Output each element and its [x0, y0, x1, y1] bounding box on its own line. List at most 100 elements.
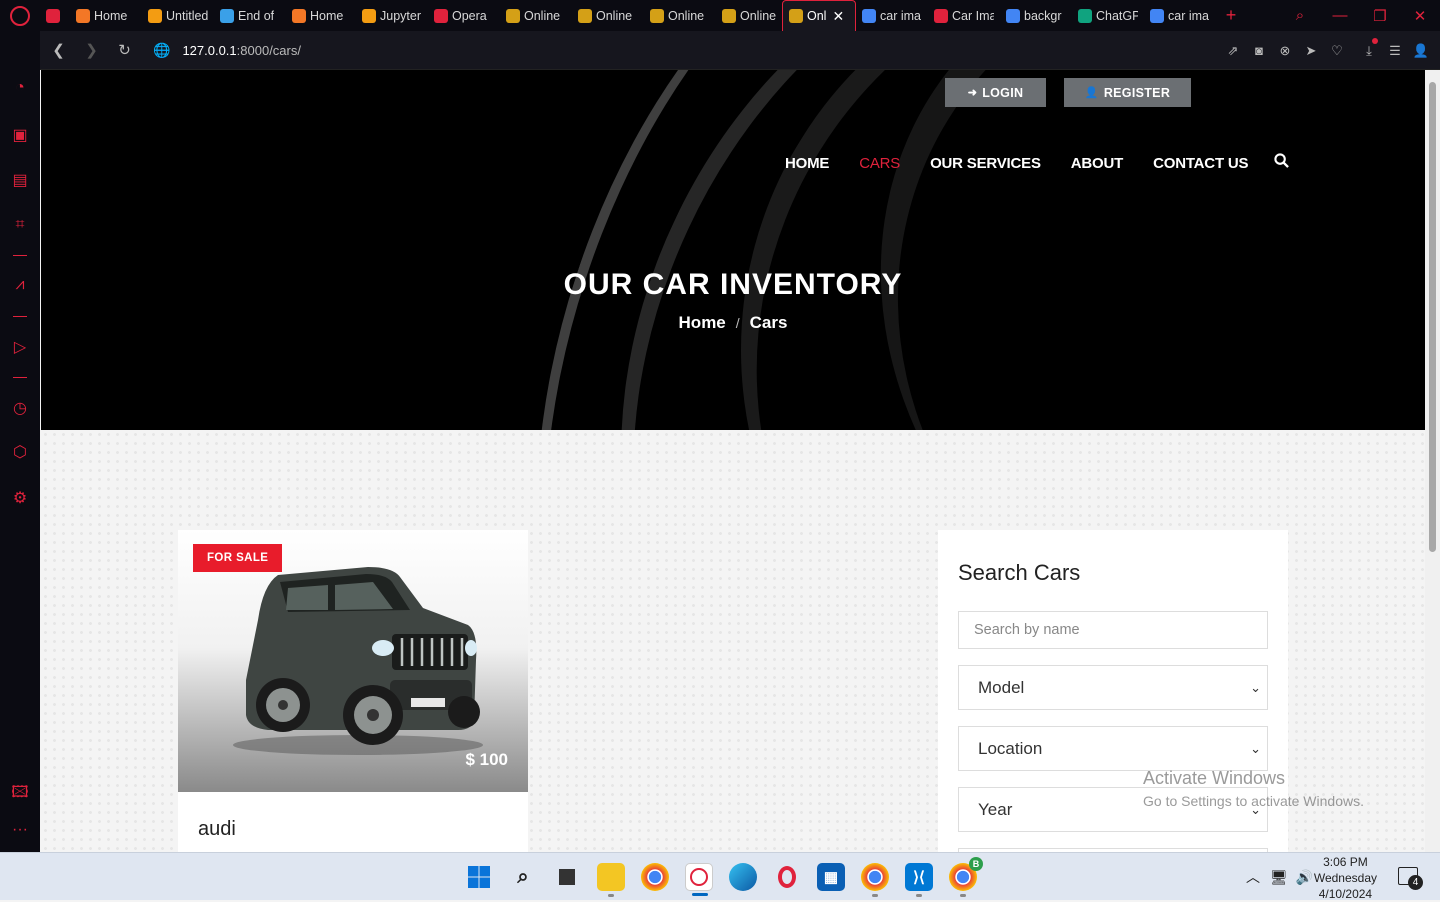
camera-icon[interactable]: ◙ [1246, 43, 1272, 58]
notebook-icon [362, 8, 376, 23]
browser-tab[interactable]: Home [70, 0, 142, 31]
location-select-value: Location [978, 738, 1043, 758]
browser-tab[interactable]: Online [500, 0, 572, 31]
video-icon [934, 8, 948, 23]
browser-tab[interactable]: Jupyter [356, 0, 428, 31]
chrome-icon[interactable] [641, 863, 669, 891]
browser-tab[interactable]: Untitled [142, 0, 214, 31]
search-icon[interactable] [1274, 153, 1290, 173]
cpu-limiter-icon[interactable]: ⌗ [0, 216, 40, 234]
reload-button[interactable]: ↻ [108, 41, 141, 59]
page-scrollbar[interactable] [1425, 70, 1440, 852]
microsoft-store-icon[interactable]: ▦ [817, 863, 845, 891]
browser-tab[interactable]: ChatGP [1072, 0, 1144, 31]
file-explorer-icon[interactable] [597, 863, 625, 897]
more-icon[interactable]: ··· [0, 821, 40, 839]
login-button[interactable]: ➜ LOGIN [945, 78, 1046, 107]
share-icon[interactable]: ⇗ [1220, 43, 1246, 59]
opera-icon[interactable] [773, 863, 801, 891]
browser-tab[interactable]: backgr [1000, 0, 1072, 31]
browser-tab[interactable]: Online [572, 0, 644, 31]
adblock-icon[interactable]: ⊗ [1272, 43, 1298, 59]
search-taskbar-icon[interactable]: ⌕ [509, 863, 537, 891]
browser-tab[interactable]: Onl ✕ [782, 0, 856, 31]
browser-tab[interactable]: Online [716, 0, 782, 31]
gx-corner-icon[interactable]: ⩘ [0, 276, 40, 294]
browser-tab[interactable]: End of [214, 0, 286, 31]
new-tab-button[interactable]: + [1216, 5, 1246, 26]
clock[interactable]: 3:06 PM Wednesday 4/10/2024 [1314, 854, 1377, 902]
nav-our-services[interactable]: OUR SERVICES [930, 155, 1041, 172]
car-title[interactable]: audi [198, 818, 236, 841]
breadcrumb-home[interactable]: Home [679, 313, 726, 332]
car-image[interactable]: FOR SALE $ 100 [178, 530, 528, 792]
extensions-icon[interactable]: ⬡ [0, 442, 40, 462]
opera-menu-button[interactable] [0, 0, 40, 31]
close-tab-icon[interactable]: ✕ [832, 8, 844, 25]
forward-button[interactable]: ❯ [75, 41, 108, 59]
car-price: $ 100 [465, 750, 508, 769]
browser-tab[interactable]: Car Ima [928, 0, 1000, 31]
show-hidden-icons[interactable]: ︿ [1246, 867, 1260, 887]
chrome-profile-icon[interactable] [861, 863, 889, 897]
profile-badge: B [969, 857, 983, 871]
nav-home[interactable]: HOME [785, 155, 829, 172]
browser-tab[interactable]: car ima [1144, 0, 1216, 31]
model-select-value: Model [978, 677, 1025, 697]
easy-setup-icon[interactable]: ☰ [1382, 43, 1408, 59]
download-icon[interactable]: ⤓ [1356, 37, 1382, 59]
car-card[interactable]: FOR SALE $ 100 audi [178, 530, 528, 852]
browser-sidebar: ◔ ▣ ▤ ⌗ ⩘ ▷ ◷ ⬡ ⚙ 🖾 ··· [0, 31, 40, 852]
opera-gx-taskbar-icon[interactable] [685, 863, 713, 896]
sidebar-divider [13, 255, 27, 256]
url-field[interactable]: 🌐 127.0.0.1:8000/cars/ [153, 42, 301, 59]
settings-icon[interactable]: ⚙ [0, 488, 40, 508]
player-icon[interactable]: ▷ [0, 337, 40, 357]
edge-icon[interactable] [729, 863, 757, 891]
send-icon[interactable]: ➤ [1298, 43, 1324, 59]
workspaces-icon[interactable]: ▣ [0, 125, 40, 145]
browser-tab[interactable]: Online [644, 0, 716, 31]
browser-tab[interactable]: car ima [856, 0, 928, 31]
profile-icon[interactable]: 👤 [1408, 43, 1434, 59]
scrollbar-thumb[interactable] [1429, 82, 1436, 552]
hero-banner: ➜ LOGIN 👤 REGISTER HOME CARS OUR SERVICES … [41, 70, 1425, 430]
twitch-icon[interactable]: ▤ [0, 170, 40, 190]
sign-in-icon: ➜ [967, 87, 978, 99]
tab-strip: Home Untitled End of Home Jupyter Opera Online… [40, 0, 1216, 31]
close-window-button[interactable]: ✕ [1400, 7, 1440, 25]
breadcrumb-separator: / [735, 315, 740, 331]
browser-tab[interactable]: Home [286, 0, 356, 31]
volume-icon[interactable]: 🔊 [1296, 869, 1313, 886]
year-select-value: Year [978, 799, 1013, 819]
register-button[interactable]: 👤 REGISTER [1064, 78, 1191, 107]
history-icon[interactable]: ◷ [0, 398, 40, 418]
nav-contact-us[interactable]: CONTACT US [1153, 155, 1248, 172]
restore-button[interactable]: ❐ [1360, 7, 1400, 25]
tab-bar: Home Untitled End of Home Jupyter Opera Online… [0, 0, 1440, 31]
browser-tab[interactable] [40, 0, 70, 31]
breadcrumb-current: Cars [749, 313, 788, 332]
task-view-icon[interactable] [553, 863, 581, 891]
search-by-name-input[interactable]: Search by name [958, 611, 1268, 649]
wallpaper-icon[interactable]: 🖾 [0, 781, 40, 808]
start-button[interactable] [465, 863, 493, 891]
heart-icon[interactable]: ♡ [1324, 43, 1350, 59]
location-select[interactable]: Location ⌄ [958, 726, 1268, 771]
tab-label: Jupyter [380, 8, 421, 23]
minimize-button[interactable]: — [1320, 7, 1360, 24]
search-panel-title: Search Cars [958, 560, 1081, 585]
search-tabs-icon[interactable]: ⌕ [1280, 7, 1320, 24]
speed-dial-icon[interactable]: ◔ [0, 79, 40, 97]
nav-about[interactable]: ABOUT [1071, 155, 1124, 172]
vscode-icon[interactable]: ⟩⟨ [905, 863, 933, 897]
model-select[interactable]: Model ⌄ [958, 665, 1268, 710]
network-icon[interactable]: 🖥 [1270, 869, 1288, 886]
back-button[interactable]: ❮ [42, 41, 75, 59]
notification-center-icon[interactable]: 4 [1398, 867, 1423, 890]
opera-icon [434, 8, 448, 23]
nav-cars[interactable]: CARS [859, 155, 900, 172]
browser-tab[interactable]: Opera [428, 0, 500, 31]
chrome-b-icon[interactable]: B [949, 857, 983, 897]
chevron-down-icon: ⌄ [1250, 740, 1261, 756]
